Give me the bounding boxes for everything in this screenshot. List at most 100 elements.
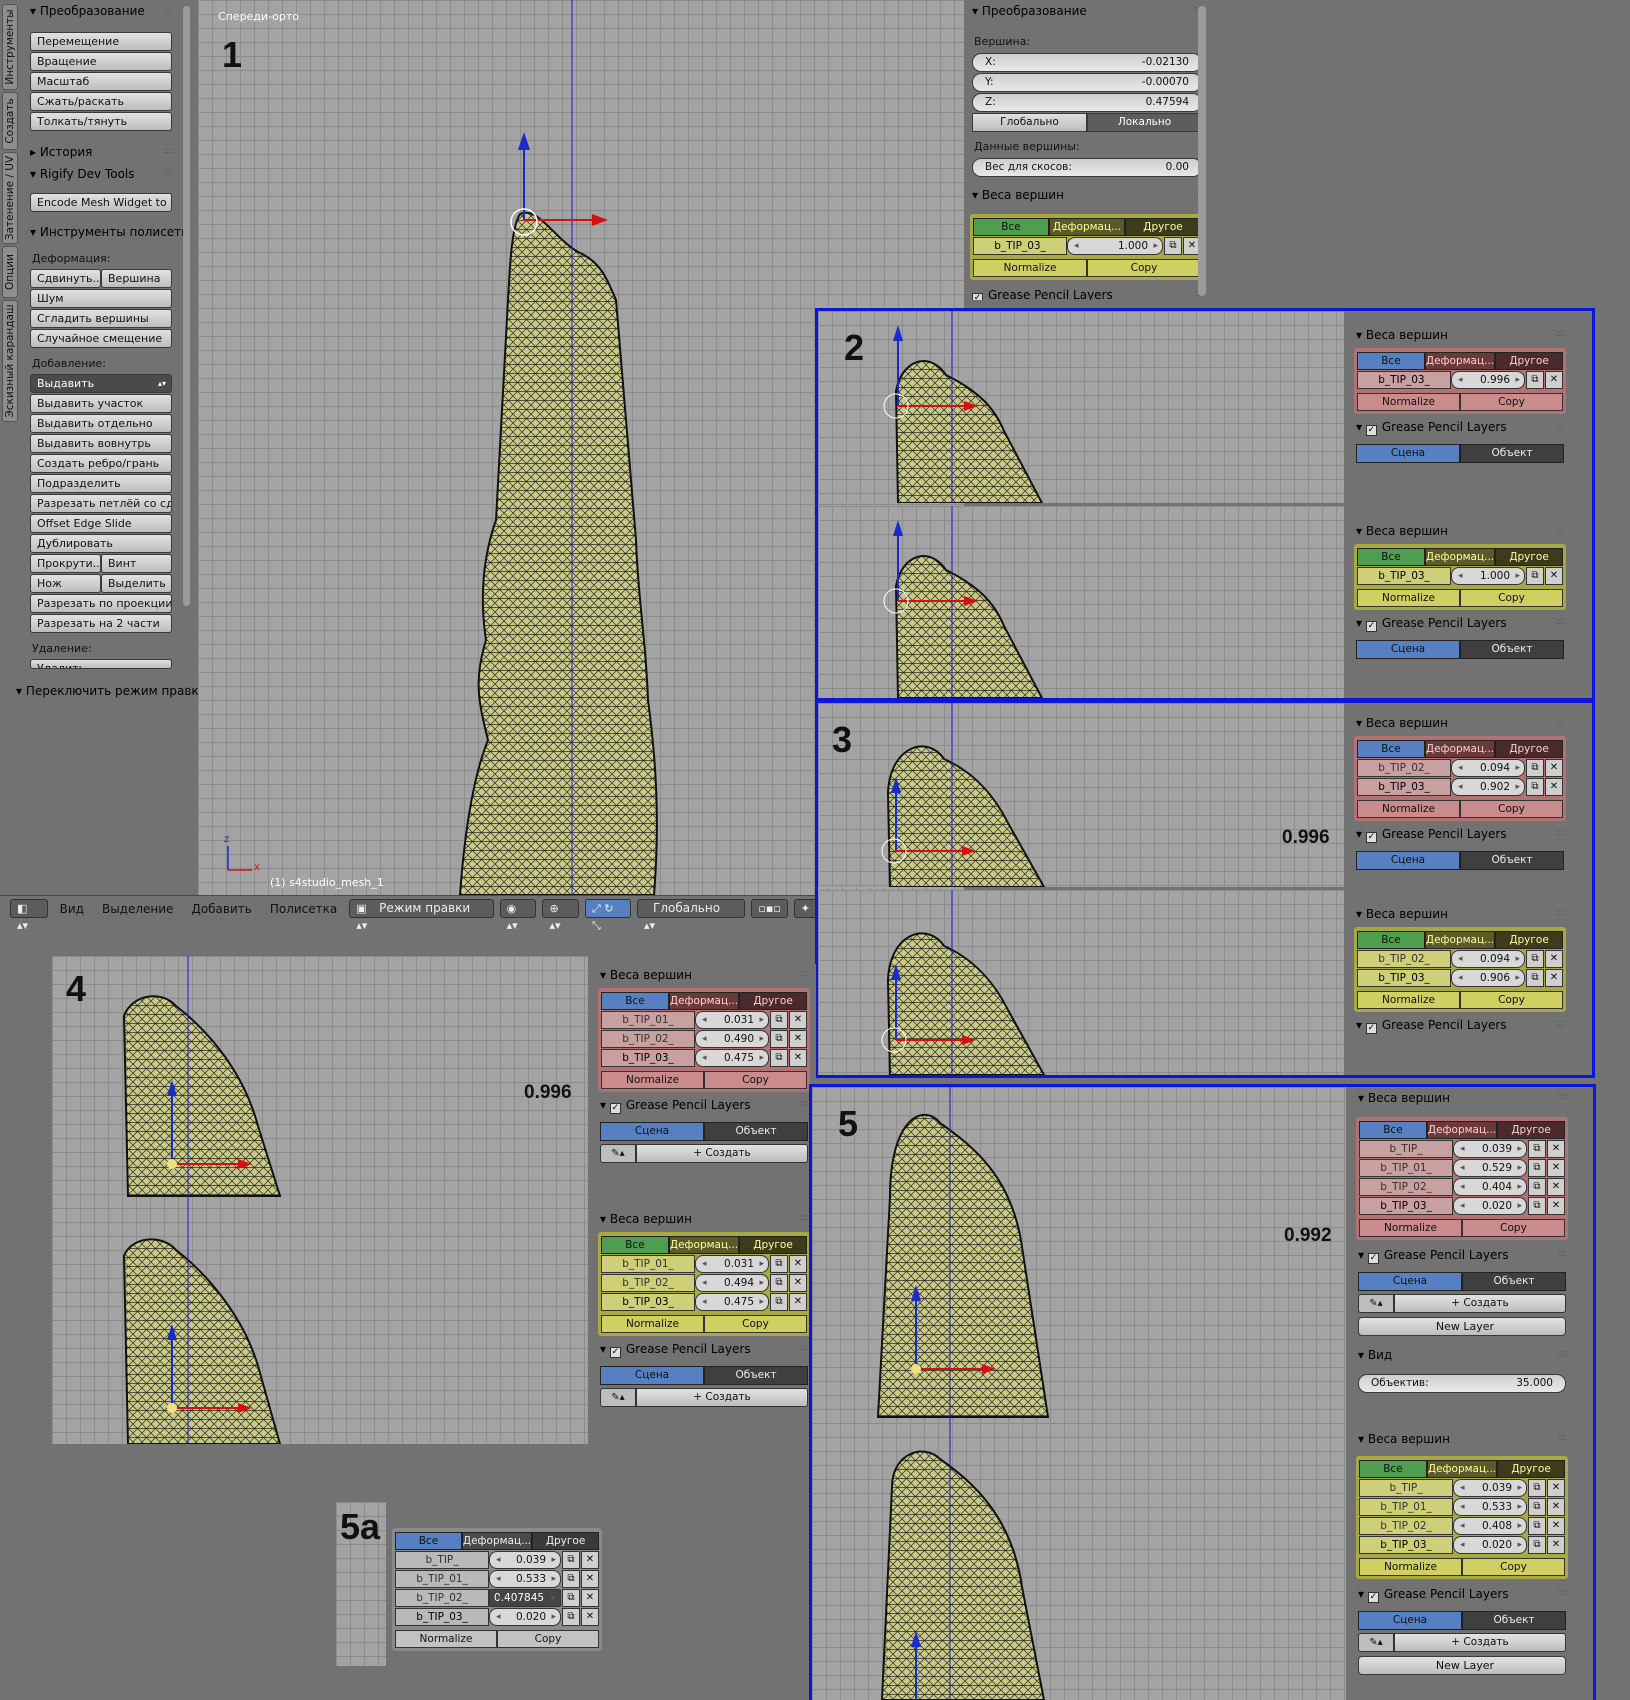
new-layer-button[interactable]: New Layer (1358, 1656, 1566, 1675)
normalize-button[interactable]: Normalize (601, 1071, 704, 1089)
copy-weight-icon[interactable]: ⧉ (770, 1293, 788, 1311)
local-button[interactable]: Локально (1087, 113, 1202, 132)
tab-deform[interactable]: Деформац... (1424, 548, 1496, 566)
weight-value[interactable]: 0.490 (695, 1030, 769, 1048)
copy-weight-icon[interactable]: ⧉ (1528, 1479, 1546, 1497)
vw-header-5a[interactable]: ▾ Веса вершин (1350, 1087, 1574, 1109)
group-name[interactable]: b_TIP_03_ (1357, 778, 1451, 796)
n-transform-header[interactable]: ▾ Преобразование (964, 0, 1210, 22)
weight-value[interactable]: 0.533 (1453, 1498, 1527, 1516)
group-name[interactable]: b_TIP_02_ (601, 1030, 695, 1048)
remove-weight-icon[interactable]: ✕ (581, 1589, 599, 1607)
vtab-shading-uv[interactable]: Затенение / UV (2, 152, 18, 244)
weight-value[interactable]: 0.475 (695, 1049, 769, 1067)
group-name[interactable]: b_TIP_01_ (1359, 1159, 1453, 1177)
bisect-button[interactable]: Разрезать на 2 части (30, 614, 172, 633)
weight-value[interactable]: 0.533 (489, 1570, 561, 1588)
tab-other[interactable]: Другое (1495, 740, 1563, 758)
menu-add[interactable]: Добавить (191, 902, 251, 916)
copy-weight-icon[interactable]: ⧉ (562, 1608, 580, 1626)
group-name[interactable]: b_TIP_02_ (395, 1589, 489, 1607)
weight-value-editing[interactable]: 0.407845 (489, 1589, 561, 1607)
toggle-edit-mode-header[interactable]: ▾ Переключить режим правки (8, 679, 198, 702)
weight-value[interactable]: 0.094 (1451, 759, 1525, 777)
normalize-button[interactable]: Normalize (1357, 991, 1460, 1009)
remove-weight-icon[interactable]: ✕ (1547, 1178, 1565, 1196)
tab-deform[interactable]: Деформац... (668, 1236, 740, 1254)
smooth-vertex-button[interactable]: Сгладить вершины (30, 309, 172, 328)
vw-header-3a[interactable]: ▾ Веса вершин (1348, 712, 1572, 734)
copy-button[interactable]: Copy (1460, 393, 1563, 411)
gp-header-5b[interactable]: ▾ ✓ Grease Pencil Layers (1350, 1582, 1574, 1605)
weight-value[interactable]: 1.000 (1451, 567, 1525, 585)
copy-weight-icon[interactable]: ⧉ (1526, 969, 1544, 987)
duplicate-button[interactable]: Дублировать (30, 534, 172, 553)
remove-weight-icon[interactable]: ✕ (1545, 969, 1563, 987)
normalize-button[interactable]: Normalize (1357, 393, 1460, 411)
copy-weight-icon[interactable]: ⧉ (1526, 778, 1544, 796)
copy-weight-icon[interactable]: ⧉ (1526, 759, 1544, 777)
tab-other[interactable]: Другое (1495, 548, 1563, 566)
tab-deform[interactable]: Деформац... (1426, 1121, 1498, 1139)
group-name[interactable]: b_TIP_ (395, 1551, 489, 1569)
vertex-y-field[interactable]: Y: -0.00070 (972, 73, 1202, 92)
scene-button[interactable]: Сцена (1356, 640, 1460, 659)
pivot-icon[interactable]: ⊕ ▴▾ (542, 899, 579, 932)
copy-button[interactable]: Copy (704, 1071, 807, 1089)
tab-deform[interactable]: Деформац... (1426, 1460, 1498, 1478)
remove-weight-icon[interactable]: ✕ (789, 1255, 807, 1273)
remove-weight-icon[interactable]: ✕ (789, 1011, 807, 1029)
vtab-grease-pencil[interactable]: Эскизный карандаш (2, 300, 18, 422)
tab-all[interactable]: Все (1357, 740, 1425, 758)
remove-weight-icon[interactable]: ✕ (789, 1030, 807, 1048)
tab-all[interactable]: Все (973, 218, 1049, 236)
tab-deform[interactable]: Деформац... (461, 1532, 533, 1550)
tab-other[interactable]: Другое (1495, 352, 1563, 370)
weight-value[interactable]: 0.404 (1453, 1178, 1527, 1196)
tab-other[interactable]: Другое (739, 1236, 807, 1254)
gp-header-5a[interactable]: ▾ ✓ Grease Pencil Layers (1350, 1243, 1574, 1266)
vtab-create[interactable]: Создать (2, 92, 18, 150)
weight-value[interactable]: 0.475 (695, 1293, 769, 1311)
group-name[interactable]: b_TIP_03_ (973, 237, 1067, 255)
checkbox-icon[interactable]: ✓ (972, 293, 983, 300)
group-name[interactable]: b_TIP_01_ (601, 1011, 695, 1029)
spin-button[interactable]: Прокрути... (30, 554, 101, 573)
gp-header-4a[interactable]: ▾ ✓ Grease Pencil Layers (592, 1093, 816, 1116)
tab-other[interactable]: Другое (1497, 1460, 1565, 1478)
tab-other[interactable]: Другое (1125, 218, 1201, 236)
normalize-button[interactable]: Normalize (1359, 1558, 1462, 1576)
remove-weight-icon[interactable]: ✕ (1547, 1536, 1565, 1554)
gp-header-3b[interactable]: ▾ ✓ Grease Pencil Layers (1348, 1013, 1572, 1036)
copy-weight-icon[interactable]: ⧉ (1528, 1517, 1546, 1535)
scene-button[interactable]: Сцена (600, 1366, 704, 1385)
shading-icon[interactable]: ◉ ▴▾ (499, 899, 537, 932)
scale-button[interactable]: Масштаб (30, 72, 172, 91)
gp-header-2b[interactable]: ▾ ✓ Grease Pencil Layers (1348, 611, 1572, 634)
transform-header[interactable]: ▾ Преобразование (22, 0, 180, 22)
group-name[interactable]: b_TIP_01_ (601, 1255, 695, 1273)
shrink-fatten-button[interactable]: Сжать/раскать (30, 92, 172, 111)
scene-button[interactable]: Сцена (600, 1122, 704, 1141)
screw-button[interactable]: Винт (101, 554, 172, 573)
extrude-individual-button[interactable]: Выдавить отдельно (30, 414, 172, 433)
normalize-button[interactable]: Normalize (601, 1315, 704, 1333)
menu-mesh[interactable]: Полисетка (270, 902, 337, 916)
remove-weight-icon[interactable]: ✕ (1547, 1140, 1565, 1158)
object-button[interactable]: Объект (1462, 1611, 1566, 1630)
tab-all[interactable]: Все (1359, 1121, 1427, 1139)
group-name[interactable]: b_TIP_02_ (1357, 950, 1451, 968)
orientation-select[interactable]: Глобально ▴▾ (637, 899, 746, 932)
object-button[interactable]: Объект (1460, 444, 1564, 463)
remove-weight-icon[interactable]: ✕ (1545, 371, 1563, 389)
group-name[interactable]: b_TIP_01_ (395, 1570, 489, 1588)
group-name[interactable]: b_TIP_03_ (395, 1608, 489, 1626)
copy-weight-icon[interactable]: ⧉ (1164, 237, 1182, 255)
group-name[interactable]: b_TIP_03_ (1359, 1197, 1453, 1215)
copy-weight-icon[interactable]: ⧉ (562, 1570, 580, 1588)
tab-all[interactable]: Все (1357, 548, 1425, 566)
pencil-icon[interactable]: ✎▴ (600, 1144, 636, 1163)
copy-button[interactable]: Copy (1460, 800, 1563, 818)
menu-view[interactable]: Вид (60, 902, 84, 916)
copy-weight-icon[interactable]: ⧉ (770, 1030, 788, 1048)
